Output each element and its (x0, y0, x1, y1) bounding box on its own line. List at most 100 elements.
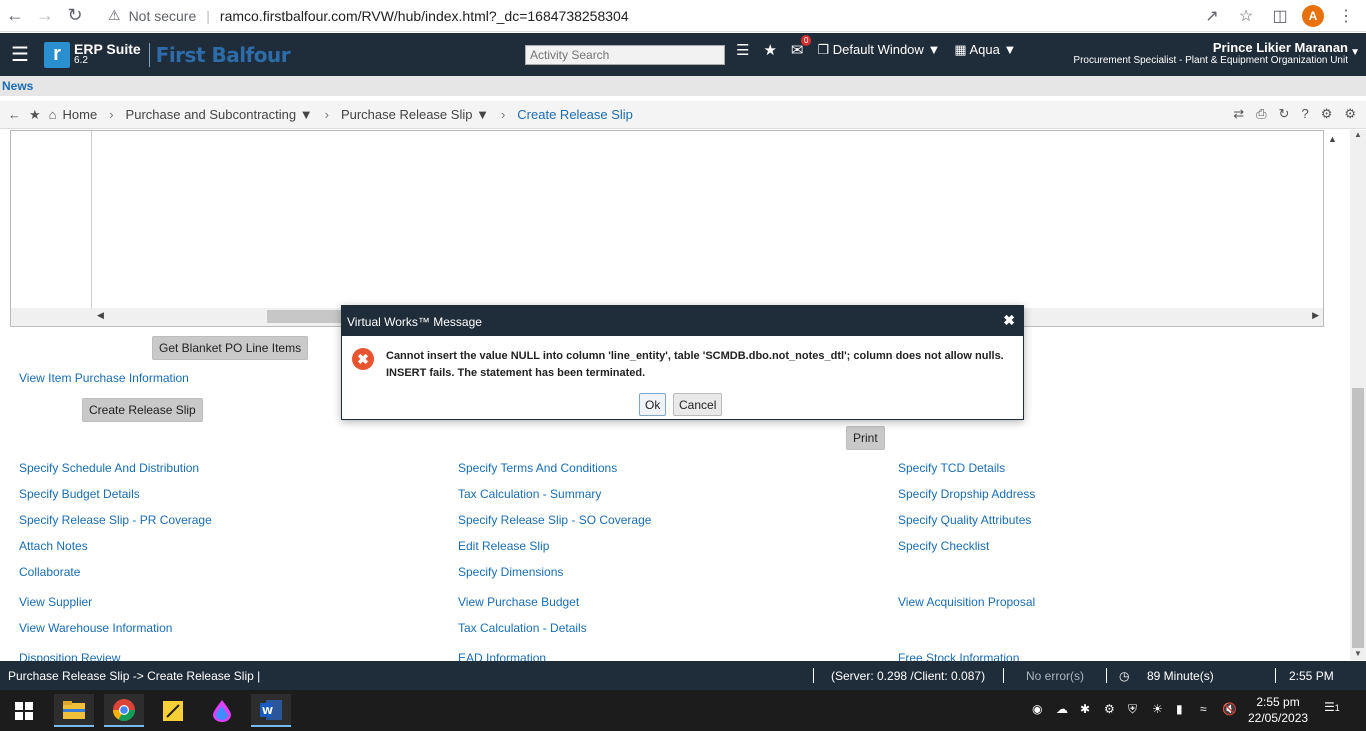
forward-icon[interactable]: → (30, 1, 60, 31)
get-blanket-po-button[interactable]: Get Blanket PO Line Items (152, 336, 309, 360)
view-warehouse-link[interactable]: View Warehouse Information (19, 621, 172, 635)
user-profile[interactable]: Prince Likier Maranan Procurement Specia… (1073, 41, 1348, 67)
security-label: Not secure (128, 7, 197, 24)
cloud-icon[interactable]: ☁ (1056, 702, 1068, 716)
security-tray-icon[interactable]: ⛨ (1128, 702, 1137, 717)
notification-badge: 0 (801, 35, 812, 46)
chrome-icon[interactable] (104, 694, 144, 727)
help-icon[interactable]: ? (1301, 106, 1308, 122)
specify-checklist-link[interactable]: Specify Checklist (898, 539, 989, 553)
print-icon[interactable]: ⎙ (1256, 106, 1266, 122)
volume-muted-icon[interactable]: 🔇 (1222, 702, 1237, 716)
theme-selector[interactable]: ▦ Aqua ▼ (954, 42, 1016, 58)
home-icon[interactable]: ⌂ (49, 107, 57, 122)
view-purchase-budget-link[interactable]: View Purchase Budget (458, 595, 579, 609)
tax-summary-link[interactable]: Tax Calculation - Summary (458, 487, 601, 501)
activity-search-input[interactable] (525, 45, 725, 65)
url-text: ramco.firstbalfour.com/RVW/hub/index.htm… (219, 7, 629, 24)
file-explorer-icon[interactable] (54, 694, 94, 727)
list-icon[interactable]: ☰ (736, 41, 749, 59)
bluetooth-icon[interactable]: ✱ (1080, 702, 1090, 716)
address-divider: | (206, 7, 210, 24)
error-dialog: Virtual Works™ Message ✖ ✖ Cannot insert… (341, 305, 1024, 420)
back-icon[interactable]: ← (0, 1, 30, 31)
profile-avatar[interactable]: A (1302, 5, 1324, 27)
vpn-tray-icon[interactable]: ☀ (1152, 702, 1163, 716)
app-header: ☰ r ERP Suite 6.2 First Balfour ☰ ★ ✉0 ❐… (0, 33, 1366, 76)
specify-tcd-link[interactable]: Specify TCD Details (898, 461, 1005, 475)
suite-name: ERP Suite (74, 40, 141, 57)
shuffle-icon[interactable]: ⇄ (1233, 106, 1244, 122)
breadcrumb-purchase-release-slip[interactable]: Purchase Release Slip ▼ (341, 107, 489, 122)
address-bar[interactable]: ⚠ Not secure | ramco.firstbalfour.com/RV… (108, 2, 629, 30)
grid-column-divider (91, 131, 92, 309)
share-icon[interactable]: ↗ (1200, 2, 1224, 30)
wifi-icon[interactable]: ≈ (1200, 702, 1207, 716)
notification-icon[interactable]: ✉ 0 (791, 35, 812, 59)
breadcrumb-home[interactable]: Home (63, 107, 98, 122)
specify-dropship-link[interactable]: Specify Dropship Address (898, 487, 1035, 501)
more-menu-icon[interactable]: ⋮ (1334, 2, 1358, 30)
menu-icon[interactable]: ☰ (0, 42, 40, 67)
line-items-grid[interactable]: ◀ ▶ (10, 130, 1324, 327)
system-clock[interactable]: 2:55 pm 22/05/2023 (1248, 694, 1308, 726)
action-center-count: 1 (1334, 703, 1340, 713)
close-icon[interactable]: ✖ (1003, 312, 1015, 329)
breadcrumb-purchase-subcontracting[interactable]: Purchase and Subcontracting ▼ (126, 107, 313, 122)
specify-quality-link[interactable]: Specify Quality Attributes (898, 513, 1031, 527)
status-path: Purchase Release Slip -> Create Release … (8, 669, 261, 683)
user-chevron-icon[interactable]: ▼ (1350, 47, 1360, 58)
favorites-star-icon[interactable]: ★ (763, 41, 776, 59)
word-icon[interactable]: W (251, 694, 291, 727)
view-item-purchase-link[interactable]: View Item Purchase Information (19, 371, 189, 385)
create-release-slip-button[interactable]: Create Release Slip (82, 398, 203, 422)
window-icon: ❐ (817, 42, 830, 57)
side-panel-icon[interactable]: ◫ (1268, 2, 1292, 30)
view-supplier-link[interactable]: View Supplier (19, 595, 92, 609)
grid-scroll-up-icon[interactable]: ▲ (1328, 134, 1337, 144)
scroll-thumb[interactable] (267, 310, 347, 323)
action-center-icon[interactable]: ☰1 (1324, 700, 1340, 714)
gear-icon[interactable]: ⚙ (1344, 106, 1356, 122)
refresh-icon[interactable]: ↻ (1279, 106, 1290, 122)
paint-app-icon[interactable] (202, 694, 242, 727)
back-arrow-icon[interactable]: ← (8, 107, 21, 122)
bookmark-star-icon[interactable]: ☆ (1234, 2, 1258, 30)
company-logo: First Balfour (148, 42, 291, 67)
edit-release-slip-link[interactable]: Edit Release Slip (458, 539, 549, 553)
reload-icon[interactable]: ↻ (60, 1, 90, 31)
collaborate-link[interactable]: Collaborate (19, 565, 80, 579)
scroll-left-icon[interactable]: ◀ (97, 310, 104, 321)
specify-terms-link[interactable]: Specify Terms And Conditions (458, 461, 617, 475)
specify-dimensions-link[interactable]: Specify Dimensions (458, 565, 563, 579)
scroll-right-icon[interactable]: ▶ (1312, 310, 1319, 321)
sticky-notes-icon[interactable] (153, 694, 193, 727)
tax-details-link[interactable]: Tax Calculation - Details (458, 621, 587, 635)
attach-notes-link[interactable]: Attach Notes (19, 539, 88, 553)
settings-multi-icon[interactable]: ⚙ (1321, 106, 1333, 122)
status-time: 2:55 PM (1289, 669, 1334, 683)
specify-so-coverage-link[interactable]: Specify Release Slip - SO Coverage (458, 513, 651, 527)
error-message-line2: INSERT fails. The statement has been ter… (386, 367, 646, 379)
page-scroll-thumb[interactable] (1352, 388, 1364, 648)
scroll-down-icon[interactable]: ▼ (1354, 649, 1362, 658)
print-button[interactable]: Print (846, 426, 885, 450)
page-vertical-scrollbar[interactable]: ▲ ▼ (1350, 130, 1366, 660)
specify-budget-link[interactable]: Specify Budget Details (19, 487, 140, 501)
view-acquisition-link[interactable]: View Acquisition Proposal (898, 595, 1035, 609)
ok-button[interactable]: Ok (639, 393, 667, 416)
network-globe-icon[interactable]: ◉ (1032, 702, 1042, 716)
scroll-up-icon[interactable]: ▲ (1354, 130, 1362, 139)
tray-app-icon[interactable]: ⚙ (1104, 702, 1115, 716)
news-label[interactable]: News (2, 79, 33, 93)
window-selector[interactable]: ❐ Default Window ▼ (817, 42, 940, 58)
cancel-button[interactable]: Cancel (673, 393, 723, 416)
star-icon[interactable]: ★ (29, 107, 41, 123)
error-message-line1: Cannot insert the value NULL into column… (386, 350, 1004, 362)
specify-pr-coverage-link[interactable]: Specify Release Slip - PR Coverage (19, 513, 212, 527)
windows-start-icon[interactable] (4, 694, 44, 727)
battery-icon[interactable]: ▮ (1176, 702, 1183, 716)
breadcrumb: ← ★ ⌂ Home › Purchase and Subcontracting… (0, 101, 1366, 129)
specify-schedule-link[interactable]: Specify Schedule And Distribution (19, 461, 199, 475)
chevron-right-icon: › (324, 107, 329, 122)
